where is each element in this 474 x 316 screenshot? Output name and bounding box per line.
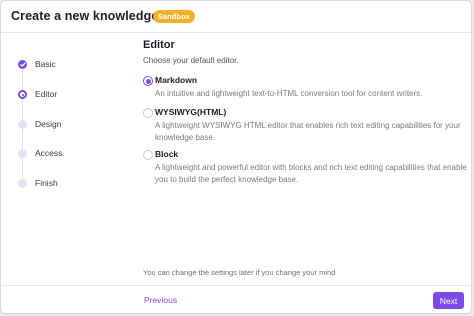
next-button[interactable]: Next — [433, 292, 464, 309]
pending-step-icon — [18, 149, 27, 158]
wizard-steps: Basic Editor Design Access Finish — [15, 56, 125, 196]
radio-button-checked[interactable] — [143, 76, 153, 86]
option-name: WYSIWYG(HTML) — [155, 107, 227, 117]
option-description: A lightweight WYSIWYG HTML editor that e… — [155, 121, 461, 142]
radio-button[interactable] — [143, 150, 153, 160]
pending-step-icon — [18, 120, 27, 129]
option-name: Markdown — [155, 75, 198, 85]
active-step-icon — [18, 90, 27, 99]
settings-footnote: You can change the settings later if you… — [143, 268, 336, 277]
step-label: Access — [35, 148, 63, 158]
editor-section: Editor Choose your default editor. Markd… — [143, 39, 468, 184]
dialog-footer — [1, 285, 471, 313]
step-label: Basic — [35, 59, 56, 69]
check-icon — [18, 60, 27, 69]
section-subtitle: Choose your default editor. — [143, 56, 239, 65]
dialog-header: Create a new knowledge base Sandbox — [1, 1, 471, 33]
option-description: A lightweight and powerful editor with b… — [155, 163, 467, 184]
option-name: Block — [155, 149, 179, 159]
option-description: An intuitive and lightweight text-to-HTM… — [155, 89, 423, 98]
step-label: Design — [35, 119, 62, 129]
section-title: Editor — [143, 39, 175, 51]
step-label: Editor — [35, 89, 58, 99]
radio-button[interactable] — [143, 108, 153, 118]
previous-button[interactable]: Previous — [144, 295, 177, 305]
step-label: Finish — [35, 178, 58, 188]
create-knowledge-base-dialog: Create a new knowledge base Sandbox Basi… — [0, 0, 472, 314]
pending-step-icon — [18, 179, 27, 188]
sandbox-badge: Sandbox — [153, 10, 195, 23]
